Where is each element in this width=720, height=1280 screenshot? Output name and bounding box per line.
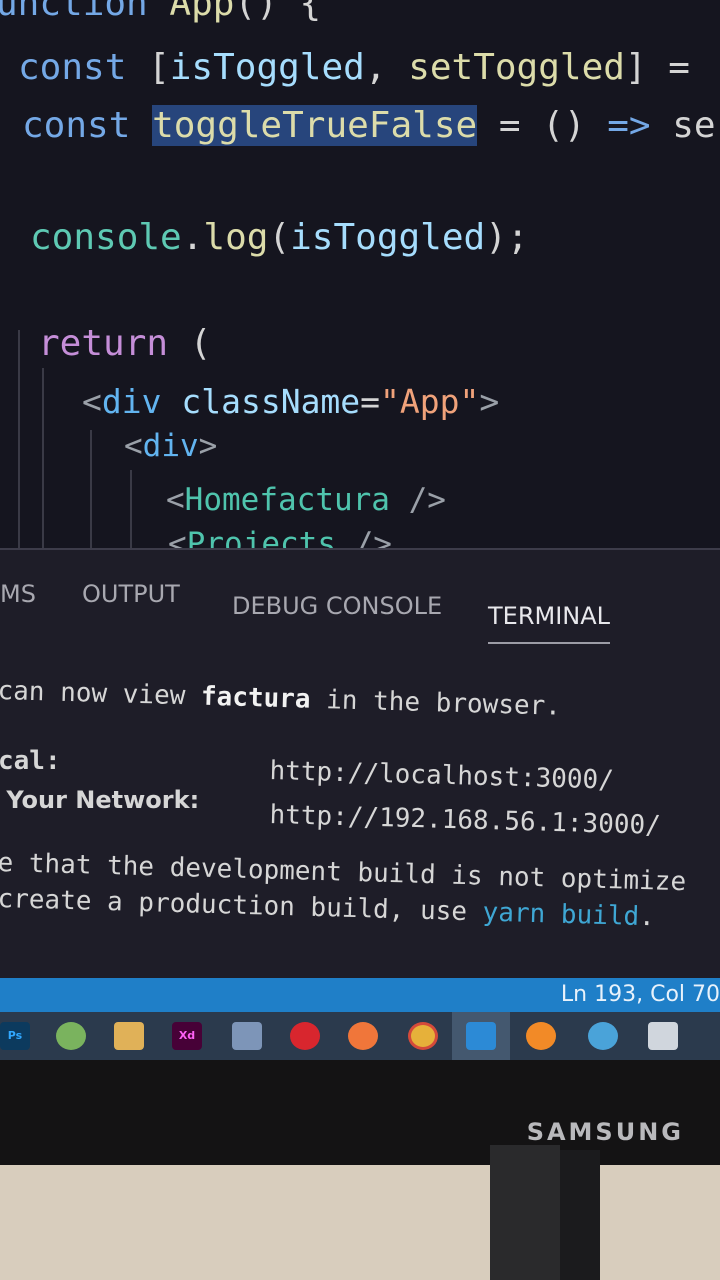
tab-problems[interactable]: MS [0,580,36,608]
indent-guide [18,330,20,548]
terminal-local-label: cal: [0,746,61,776]
code-line-1: unction App() { [0,0,322,24]
code-line-2: const [isToggled, setToggled] = [18,47,690,88]
messaging-icon[interactable] [56,1022,86,1050]
indent-guide [42,368,44,548]
xd-icon[interactable]: Xd [172,1022,202,1050]
taskbar: Ps Xd [0,1012,720,1060]
tab-debug-console[interactable]: DEBUG CONSOLE [232,592,442,620]
photoshop-icon[interactable]: Ps [0,1022,30,1050]
code-editor[interactable]: unction App() { const [isToggled, setTog… [0,0,720,548]
folder-icon[interactable] [114,1022,144,1050]
opera-icon[interactable] [290,1022,320,1050]
app-icon[interactable] [232,1022,262,1050]
monitor-screen: unction App() { const [isToggled, setTog… [0,0,720,1060]
code-line-4: console.log(isToggled); [30,217,529,258]
code-line-5: return ( [38,323,212,364]
vscode-icon[interactable] [466,1022,496,1050]
monitor-stand-shadow [560,1150,600,1280]
indent-guide [90,430,92,548]
monitor-bezel: SAMSUNG [0,1060,720,1165]
code-line-6: <div className="App"> [82,382,500,421]
monitor-brand-logo: SAMSUNG [526,1118,684,1146]
indent-guide [130,470,132,548]
app-icon-orange[interactable] [348,1022,378,1050]
tab-terminal[interactable]: TERMINAL [488,602,611,644]
chrome-icon[interactable] [408,1022,438,1050]
files-icon[interactable] [648,1022,678,1050]
app-icon-red[interactable] [588,1022,618,1050]
tab-output[interactable]: OUTPUT [82,580,180,608]
terminal-local-url[interactable]: http://localhost:3000/ [269,756,614,796]
code-line-8: <Homefactura /> [166,482,446,518]
background-wall [0,1165,720,1280]
terminal-network-url[interactable]: http://192.168.56.1:3000/ [269,800,661,841]
terminal-line: can now view factura in the browser. [0,676,562,722]
status-bar: Ln 193, Col 70 [0,978,720,1012]
code-line-9: <Projects /> [168,526,392,548]
selected-identifier: toggleTrueFalse [152,105,478,146]
terminal-network-label: Your Network: [0,786,200,814]
bottom-panel: MS OUTPUT DEBUG CONSOLE TERMINAL can now… [0,548,720,980]
code-line-7: <div> [124,428,218,464]
firefox-icon[interactable] [526,1022,556,1050]
cursor-position[interactable]: Ln 193, Col 70 [561,982,720,1007]
code-line-3: const toggleTrueFalse = () => se [22,105,716,146]
monitor-stand [490,1145,560,1280]
